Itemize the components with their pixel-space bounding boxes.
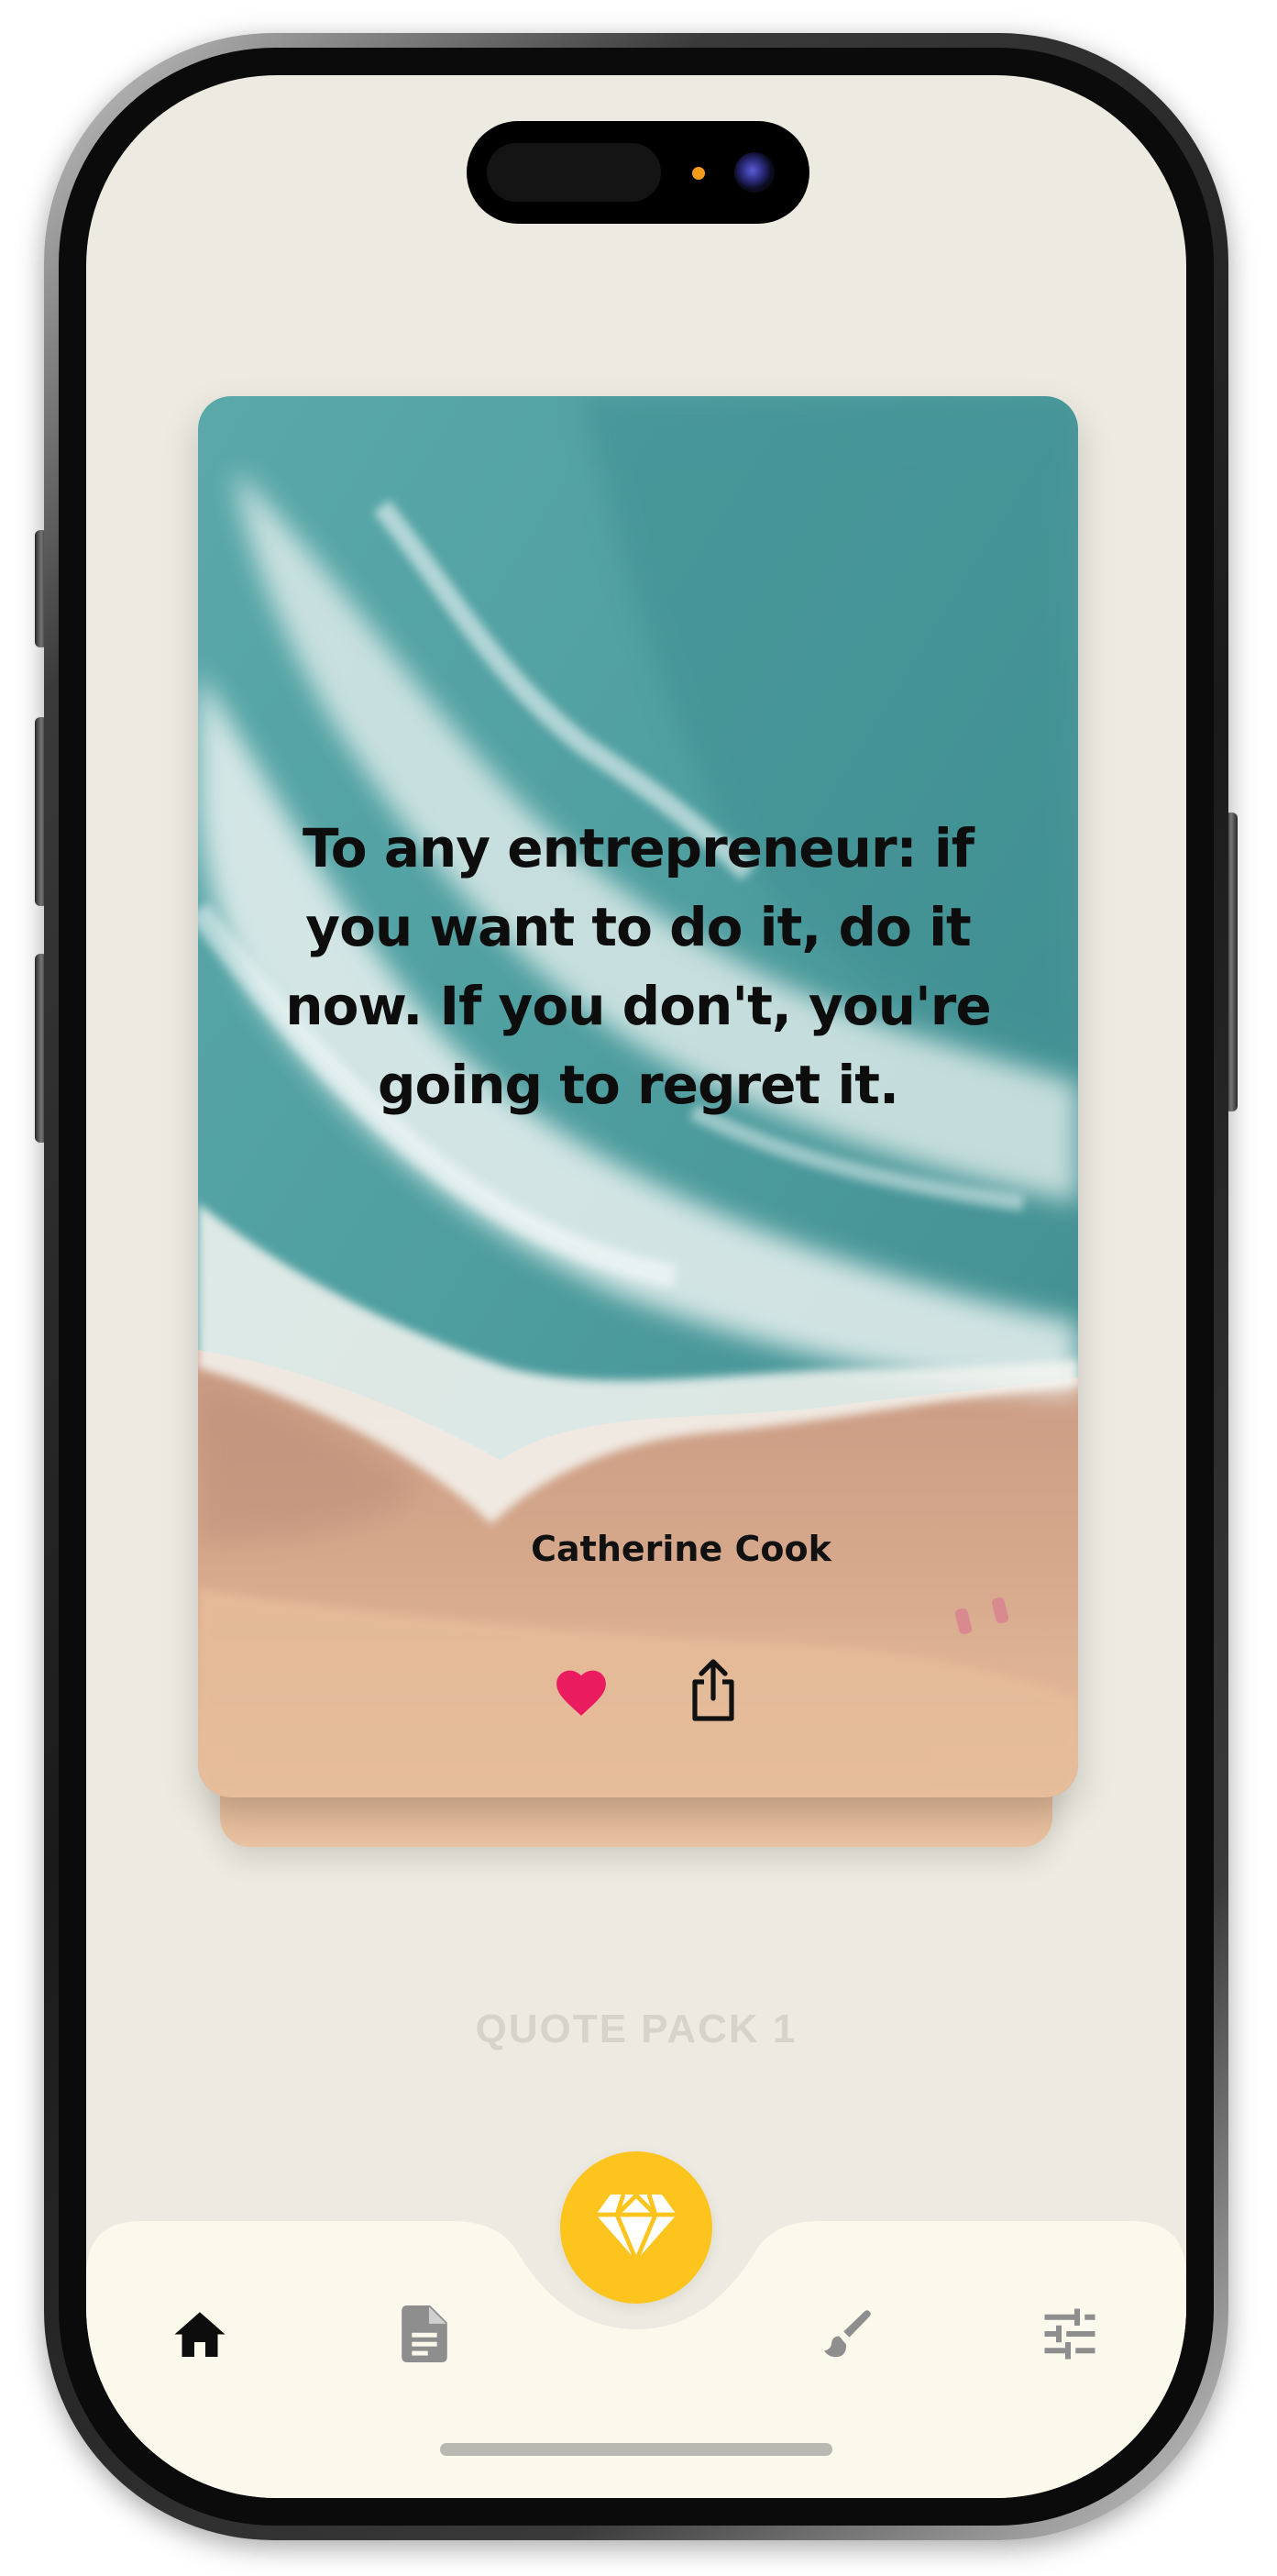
brush-icon bbox=[824, 2310, 871, 2358]
quote-card[interactable]: To any entrepreneur: if you want to do i… bbox=[198, 396, 1078, 1797]
nav-themes-button[interactable] bbox=[806, 2293, 888, 2375]
heart-icon bbox=[556, 1670, 606, 1716]
diamond-icon bbox=[596, 2193, 677, 2263]
share-icon bbox=[692, 1659, 734, 1721]
premium-button[interactable] bbox=[560, 2151, 712, 2304]
home-icon bbox=[174, 2312, 226, 2357]
quote-author: Catherine Cook bbox=[531, 1529, 831, 1569]
sliders-icon bbox=[1044, 2308, 1095, 2360]
nav-quotes-button[interactable] bbox=[383, 2293, 466, 2375]
face-id-sensor bbox=[487, 143, 661, 202]
nav-settings-button[interactable] bbox=[1029, 2293, 1111, 2375]
quote-pack-label[interactable]: QUOTE PACK 1 bbox=[86, 2007, 1186, 2052]
like-button[interactable] bbox=[545, 1654, 618, 1728]
share-button[interactable] bbox=[677, 1654, 750, 1728]
nav-home-button[interactable] bbox=[159, 2293, 241, 2375]
app-screen: To any entrepreneur: if you want to do i… bbox=[86, 75, 1186, 2498]
privacy-indicator-dot bbox=[692, 167, 705, 180]
dynamic-island bbox=[467, 121, 809, 224]
quote-text: To any entrepreneur: if you want to do i… bbox=[285, 817, 991, 1116]
home-indicator[interactable] bbox=[440, 2443, 832, 2456]
front-camera bbox=[734, 152, 775, 193]
document-icon bbox=[402, 2305, 447, 2362]
device-mockup: To any entrepreneur: if you want to do i… bbox=[0, 0, 1277, 2576]
